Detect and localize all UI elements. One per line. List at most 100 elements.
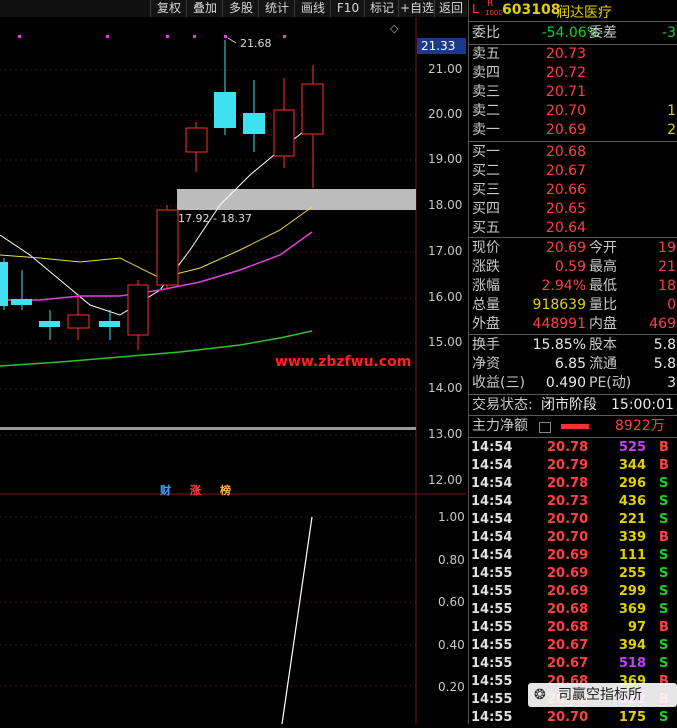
zone-label: 17.92 - 18.37	[178, 212, 252, 225]
price-tick-label: 19.00	[428, 152, 463, 166]
toolbar-button[interactable]: 多股	[222, 0, 259, 17]
stat-row: 总量 918639 量比 0	[469, 296, 677, 315]
stat2-row: 换手 15.85% 股本 5.8	[469, 336, 677, 355]
candle	[214, 92, 236, 128]
badge-num: 1000	[485, 9, 503, 17]
tick-time: 14:54	[471, 458, 513, 473]
tick-direction: B	[659, 458, 669, 473]
tag-zhang[interactable]: 涨	[190, 482, 201, 498]
toolbar-button[interactable]: 复权	[150, 0, 187, 17]
candle	[67, 314, 90, 329]
diamond-icon: ◇	[390, 22, 399, 35]
stat-label-2: 内盘	[589, 316, 617, 332]
kline-chart[interactable]: ◇	[0, 17, 466, 725]
tick-volume: 296	[618, 476, 646, 491]
ma60-line	[0, 330, 313, 367]
watermark-text: 司赢空指标所	[558, 687, 642, 703]
stat2-label-2: 股本	[589, 337, 617, 353]
tick-time: 14:55	[471, 620, 513, 635]
high-marker-arrow	[227, 37, 237, 44]
tick-time: 14:54	[471, 512, 513, 527]
bid-price: 20.66	[545, 182, 586, 198]
sub-tick-label: 0.60	[438, 595, 465, 609]
tick-volume: 369	[618, 602, 646, 617]
stat-row: 现价 20.69 今开 19	[469, 239, 677, 258]
bid-price: 20.64	[545, 220, 586, 236]
net-flow-row: 主力净额 8922万	[469, 417, 677, 436]
ma5-line	[0, 124, 313, 316]
tick-direction: S	[659, 602, 669, 617]
stat2-value-2: 5.8	[653, 337, 676, 353]
toolbar-button[interactable]: 叠加	[186, 0, 223, 17]
stat2-value-2: 5.8	[653, 356, 676, 372]
tag-bang[interactable]: 榜	[220, 482, 231, 498]
tick-price: 20.70	[547, 530, 589, 545]
wechat-icon: ❂	[534, 687, 546, 703]
tick-row: 14:54 20.70 339 B	[469, 529, 677, 547]
stat-value-2: 19	[658, 240, 676, 256]
toolbar-button[interactable]: F10	[330, 0, 365, 17]
net-flow-icon[interactable]	[539, 422, 551, 433]
stat-value-2: 21	[658, 259, 676, 275]
stat-value-2: 0	[667, 297, 676, 313]
tick-direction: S	[659, 548, 669, 563]
trade-time: 15:00:01	[611, 397, 674, 413]
tick-direction: S	[659, 584, 669, 599]
tag-cai[interactable]: 财	[160, 482, 171, 498]
stat-row: 涨幅 2.94% 最低 18	[469, 277, 677, 296]
toolbar-button[interactable]: 画线	[294, 0, 331, 17]
tick-row: 14:55 20.69 255 S	[469, 565, 677, 583]
tick-row: 14:54 20.69 111 S	[469, 547, 677, 565]
tick-price: 20.78	[547, 476, 589, 491]
tick-volume: 97	[627, 620, 646, 635]
stat2-label-2: PE(动)	[589, 375, 632, 391]
tick-direction: S	[659, 494, 669, 509]
weibi-label: 委比	[472, 25, 500, 41]
tick-time: 14:54	[471, 548, 513, 563]
tick-volume: 255	[618, 566, 646, 581]
tick-time: 14:55	[471, 602, 513, 617]
bid-row: 买五 20.64	[469, 219, 677, 238]
tick-price: 20.67	[547, 638, 589, 653]
stat-value-2: 469	[649, 316, 676, 332]
tick-price: 20.67	[547, 656, 589, 671]
price-tick-label: 14.00	[428, 381, 463, 395]
candle	[0, 262, 8, 306]
badge-r: R	[487, 0, 494, 9]
stat2-row: 净资 6.85 流通 5.8	[469, 355, 677, 374]
stat-value: 2.94%	[541, 278, 586, 294]
toolbar-button[interactable]: 返回	[434, 0, 467, 17]
bid-row: 买三 20.66	[469, 181, 677, 200]
toolbar-button[interactable]: 统计	[258, 0, 295, 17]
sub-tick-label: 0.80	[438, 553, 465, 567]
stat-value: 20.69	[545, 240, 586, 256]
stat-label: 现价	[472, 240, 500, 256]
bid-label: 买三	[472, 182, 500, 198]
toolbar-button[interactable]: +自选	[398, 0, 435, 17]
price-tick-label: 20.00	[428, 107, 463, 121]
trade-status-label: 交易状态:	[472, 397, 533, 413]
tick-direction: S	[659, 638, 669, 653]
sub-tick-label: 1.00	[438, 510, 465, 524]
tick-row: 14:54 20.73 436 S	[469, 493, 677, 511]
tick-volume: 525	[618, 440, 646, 455]
stat2-value: 6.85	[554, 356, 586, 372]
tick-volume: 394	[618, 638, 646, 653]
stat-value-2: 18	[658, 278, 676, 294]
tick-time: 14:55	[471, 692, 513, 707]
ask-row: 卖三 20.71	[469, 83, 677, 102]
toolbar-button[interactable]: 标记	[364, 0, 399, 17]
ask-label: 卖五	[472, 46, 500, 62]
tick-row: 14:55 20.70 175 S	[469, 709, 677, 727]
tick-row: 14:55 20.68 369 S	[469, 601, 677, 619]
stat-label-2: 最高	[589, 259, 617, 275]
support-line	[0, 427, 416, 430]
tick-time: 14:55	[471, 674, 513, 689]
stat-label-2: 量比	[589, 297, 617, 313]
tick-direction: B	[659, 440, 669, 455]
price-tick-label: 21.00	[428, 62, 463, 76]
candle	[11, 299, 32, 305]
ask-price: 20.70	[545, 103, 586, 119]
tick-price: 20.69	[547, 566, 589, 581]
candle	[243, 113, 265, 134]
